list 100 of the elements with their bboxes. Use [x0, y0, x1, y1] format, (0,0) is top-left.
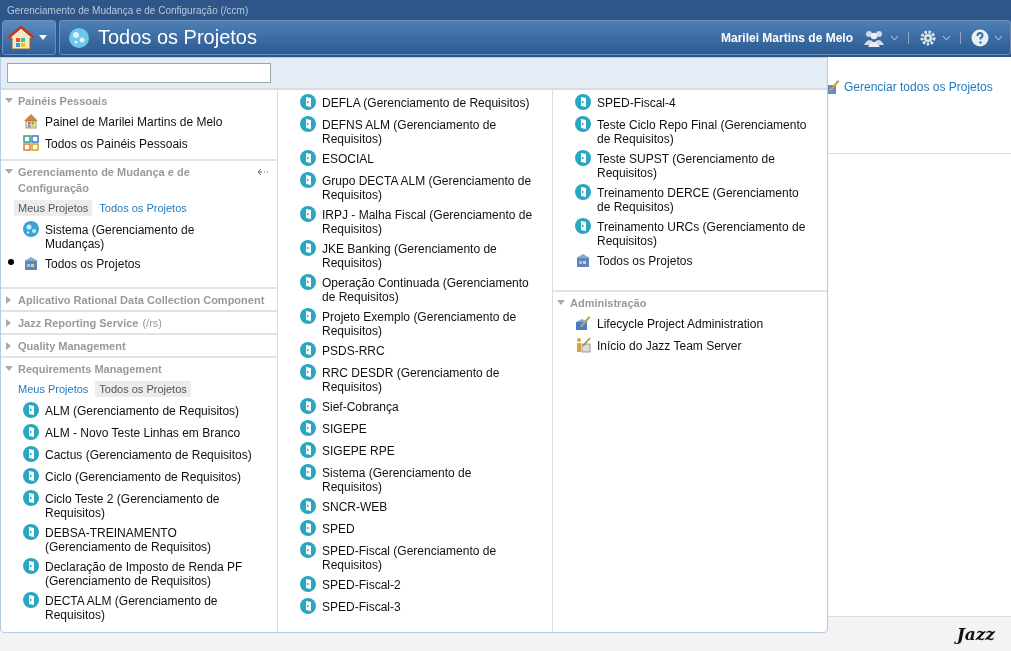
- menu-item[interactable]: Todos os Projetos: [45, 255, 141, 271]
- menu-item[interactable]: Painel de Marilei Martins de Melo: [45, 113, 223, 129]
- project-icon: [575, 116, 591, 132]
- collapsed-triangle-icon[interactable]: [5, 296, 13, 304]
- project-icon: [300, 150, 316, 166]
- project-icon: [300, 520, 316, 536]
- menu-item[interactable]: Operação Continuada (Gerenciamento de Requisitos): [322, 274, 533, 304]
- project-icon: [300, 94, 316, 110]
- project-icon: [300, 464, 316, 480]
- project-icon: [575, 94, 591, 110]
- project-icon: [23, 490, 39, 506]
- project-filter-tab[interactable]: Todos os Projetos: [95, 381, 191, 397]
- menu-item[interactable]: JKE Banking (Gerenciamento de Requisitos): [322, 240, 533, 270]
- project-icon: [300, 364, 316, 380]
- home-menu-button[interactable]: [2, 20, 56, 55]
- expanded-triangle-icon[interactable]: [5, 97, 13, 105]
- page-title: Todos os Projetos: [98, 26, 257, 49]
- menu-item[interactable]: Sief-Cobrança: [322, 398, 399, 414]
- project-icon: [300, 172, 316, 188]
- menu-item[interactable]: Teste Ciclo Repo Final (Gerenciamento de Requisitos): [597, 116, 808, 146]
- projects-box-icon: [575, 252, 591, 268]
- project-filter-tab[interactable]: Todos os Projetos: [95, 200, 191, 216]
- caret-icon[interactable]: [943, 35, 950, 40]
- project-icon: [23, 592, 39, 608]
- project-icon: [300, 308, 316, 324]
- menu-item[interactable]: PSDS-RRC: [322, 342, 385, 358]
- project-icon: [575, 150, 591, 166]
- people-icon[interactable]: [863, 28, 885, 47]
- manage-projects-link[interactable]: Gerenciar todos os Projetos: [844, 80, 993, 94]
- menu-item[interactable]: Início do Jazz Team Server: [597, 337, 742, 353]
- menu-item[interactable]: DECTA ALM (Gerenciamento de Requisitos): [45, 592, 256, 622]
- settings-icon[interactable]: [919, 28, 937, 47]
- jazz-logo: Jazz: [956, 624, 995, 644]
- house-icon: [23, 113, 39, 129]
- menu-item[interactable]: Ciclo Teste 2 (Gerenciamento de Requisitos): [45, 490, 256, 520]
- caret-icon[interactable]: [891, 35, 898, 40]
- menu-item[interactable]: Treinamento DERCE (Gerenciamento de Requisitos): [597, 184, 808, 214]
- menu-item[interactable]: Teste SUPST (Gerenciamento de Requisitos): [597, 150, 808, 180]
- menu-item[interactable]: SIGEPE: [322, 420, 367, 436]
- menu-item[interactable]: ALM - Novo Teste Linhas em Branco: [45, 424, 241, 440]
- menu-item[interactable]: SPED-Fiscal-3: [322, 598, 401, 614]
- collapse-arrow-icon[interactable]: [257, 168, 269, 176]
- menu-item[interactable]: IRPJ - Malha Fiscal (Gerenciamento de Requisitos): [322, 206, 533, 236]
- menu-item[interactable]: DEFNS ALM (Gerenciamento de Requisitos): [322, 116, 533, 146]
- project-icon: [300, 398, 316, 414]
- project-icon: [300, 598, 316, 614]
- globe-icon: [23, 221, 39, 237]
- project-icon: [300, 116, 316, 132]
- menu-item[interactable]: SPED: [322, 520, 355, 536]
- caret-icon: [39, 35, 47, 40]
- caret-icon[interactable]: [995, 35, 1002, 40]
- menu-item[interactable]: SNCR-WEB: [322, 498, 388, 514]
- menu-item[interactable]: Todos os Painéis Pessoais: [45, 135, 188, 151]
- help-icon[interactable]: [971, 28, 989, 47]
- menu-item[interactable]: Ciclo (Gerenciamento de Requisitos): [45, 468, 242, 484]
- menu-item[interactable]: Declaração de Imposto de Renda PF (Gerenciamento de Requisitos): [45, 558, 256, 588]
- menu-item[interactable]: Treinamento URCs (Gerenciamento de Requisitos): [597, 218, 808, 248]
- expanded-triangle-icon[interactable]: [5, 168, 13, 176]
- user-name[interactable]: Marilei Martins de Melo: [720, 30, 853, 45]
- menu-item[interactable]: Sistema (Gerenciamento de Requisitos): [322, 464, 533, 494]
- edit-projects-icon: [575, 315, 591, 331]
- menu-item[interactable]: Todos os Projetos: [597, 252, 693, 268]
- project-icon: [575, 218, 591, 234]
- menu-item[interactable]: Grupo DECTA ALM (Gerenciamento de Requisitos): [322, 172, 533, 202]
- project-icon: [300, 342, 316, 358]
- project-filter-tab[interactable]: Meus Projetos: [14, 381, 93, 397]
- menu-item[interactable]: SPED-Fiscal (Gerenciamento de Requisitos): [322, 542, 533, 572]
- project-icon: [23, 468, 39, 484]
- project-icon: [300, 274, 316, 290]
- dashboards-icon: [23, 135, 39, 151]
- project-icon: [23, 524, 39, 540]
- menu-item[interactable]: DEFLA (Gerenciamento de Requisitos): [322, 94, 530, 110]
- menu-item[interactable]: Sistema (Gerenciamento de Mudanças): [45, 221, 256, 251]
- menu-item[interactable]: SPED-Fiscal-2: [322, 576, 401, 592]
- menu-item[interactable]: Cactus (Gerenciamento de Requisitos): [45, 446, 252, 462]
- menu-item[interactable]: RRC DESDR (Gerenciamento de Requisitos): [322, 364, 533, 394]
- project-icon: [23, 402, 39, 418]
- collapsed-triangle-icon[interactable]: [5, 342, 13, 350]
- menu-item[interactable]: SPED-Fiscal-4: [597, 94, 676, 110]
- menu-item[interactable]: Projeto Exemplo (Gerenciamento de Requisitos): [322, 308, 533, 338]
- expanded-triangle-icon[interactable]: [5, 365, 13, 373]
- project-icon: [300, 240, 316, 256]
- expanded-triangle-icon[interactable]: [557, 299, 565, 307]
- project-icon: [23, 446, 39, 462]
- collapsed-triangle-icon[interactable]: [5, 319, 13, 327]
- app-title: Gerenciamento de Mudança e de Configuração (/ccm): [7, 4, 249, 16]
- project-filter-tab[interactable]: Meus Projetos: [14, 200, 93, 216]
- menu-item[interactable]: ESOCIAL: [322, 150, 375, 166]
- menu-item[interactable]: DEBSA-TREINAMENTO (Gerenciamento de Requisitos): [45, 524, 256, 554]
- search-field[interactable]: [7, 63, 271, 83]
- project-icon: [23, 424, 39, 440]
- project-icon: [300, 420, 316, 436]
- server-person-icon: [575, 337, 591, 353]
- project-icon: [300, 206, 316, 222]
- menu-item[interactable]: Lifecycle Project Administration: [597, 315, 764, 331]
- menu-item[interactable]: SIGEPE RPE: [322, 442, 395, 458]
- project-icon: [575, 184, 591, 200]
- globe-icon: [68, 26, 90, 49]
- project-icon: [300, 442, 316, 458]
- menu-item[interactable]: ALM (Gerenciamento de Requisitos): [45, 402, 240, 418]
